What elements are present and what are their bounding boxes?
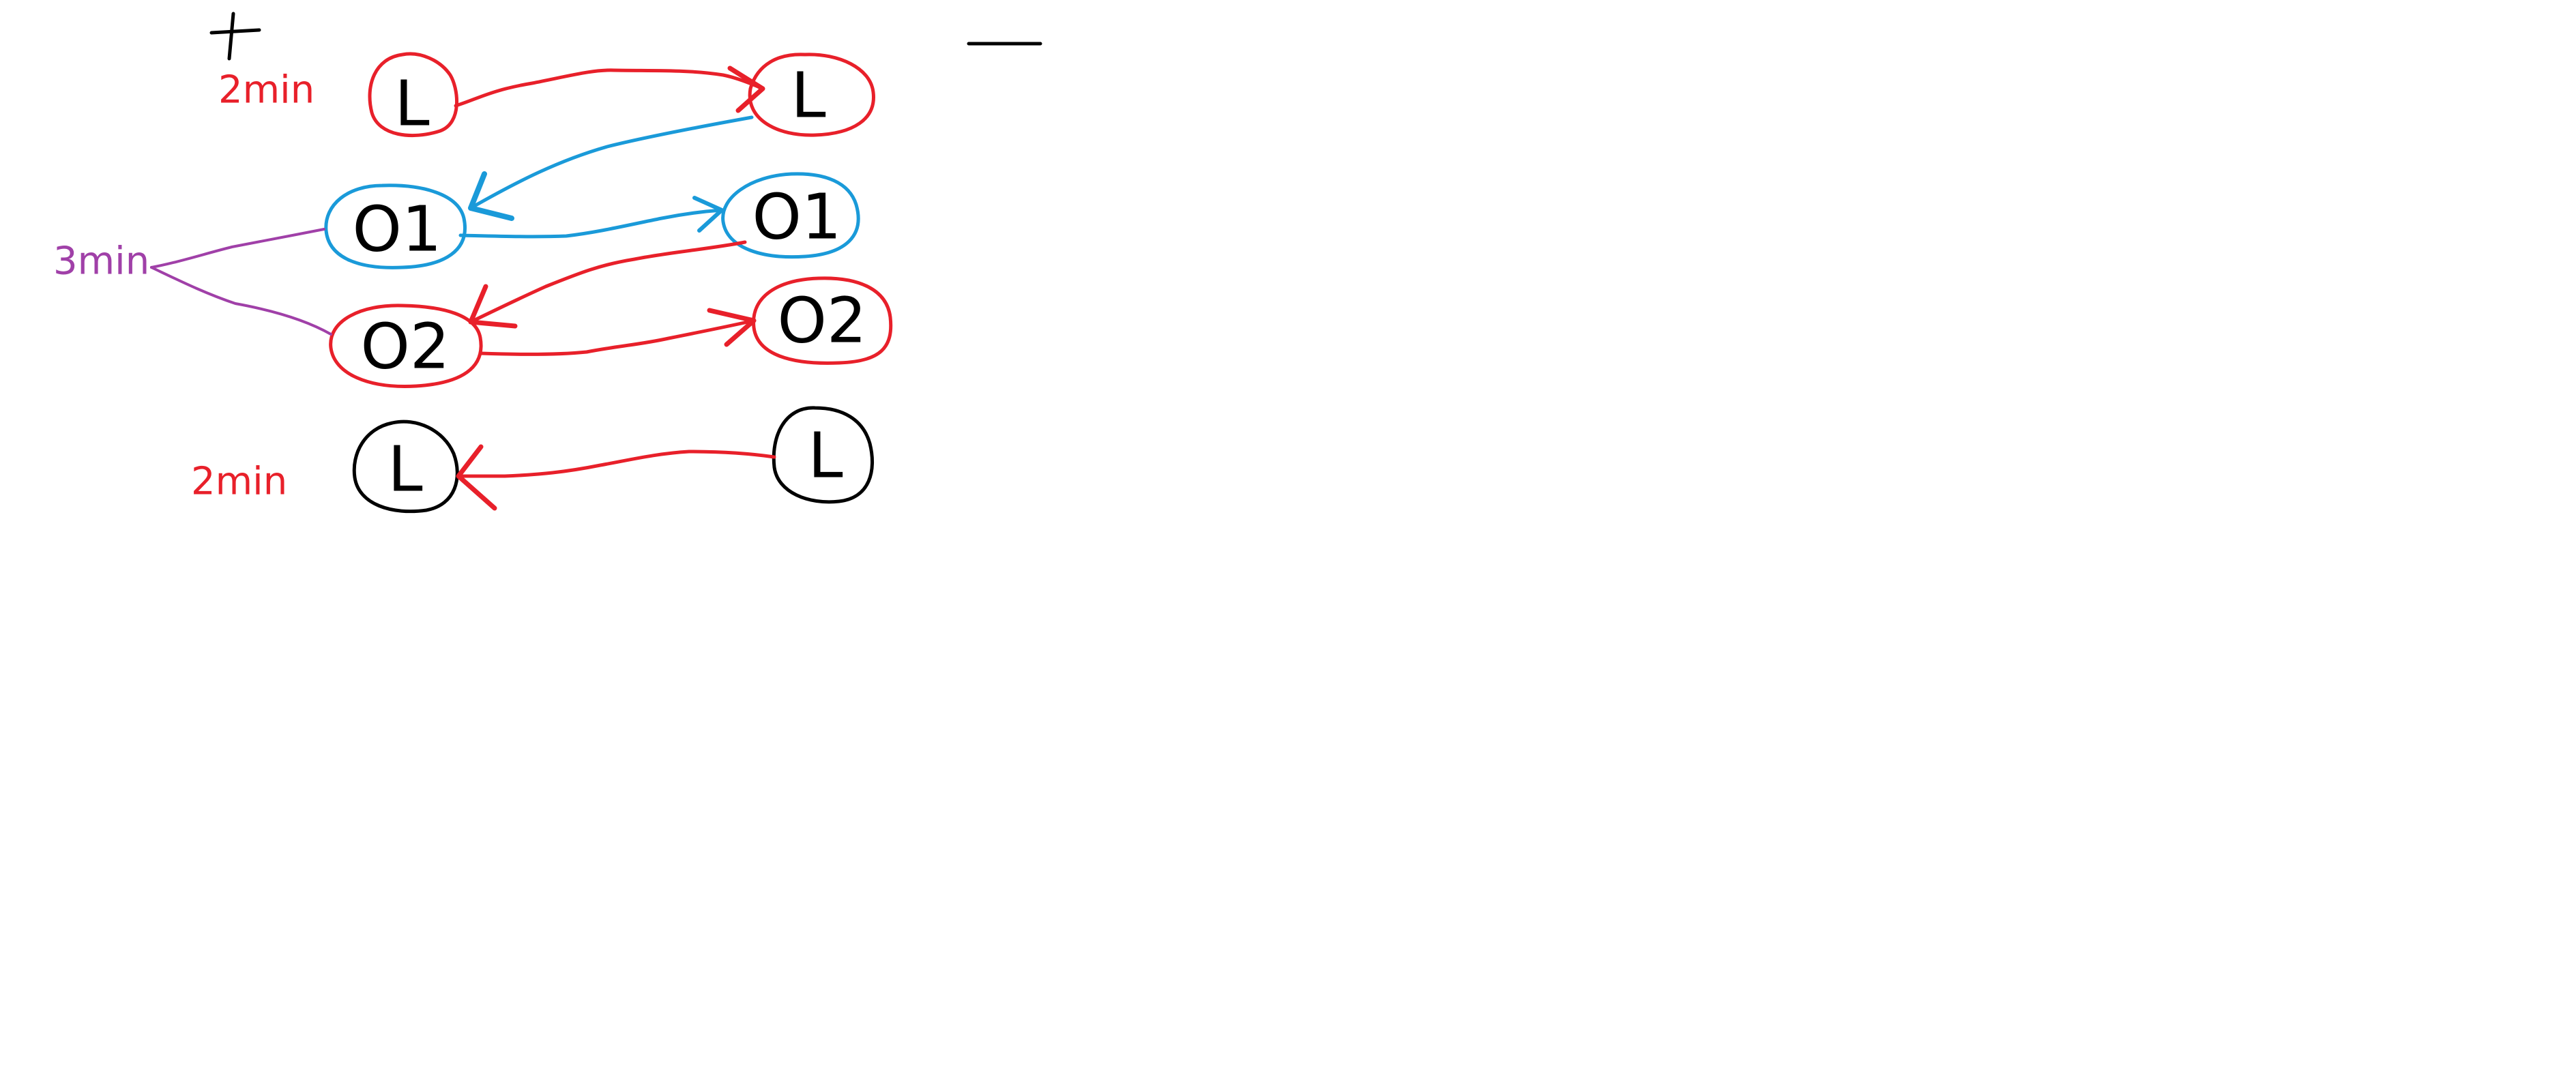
node-left-o2: O2 [329,304,483,388]
node-label: O2 [778,284,867,357]
node-right-l-top: L [748,53,875,137]
time-label-top: 2min [218,68,314,113]
node-label: L [394,68,429,141]
node-right-o2: O2 [752,276,893,365]
node-label: L [387,433,422,506]
node-label: O2 [361,310,450,383]
node-left-l-top: L [368,52,459,141]
arrow-l-back [456,444,776,511]
node-label: O1 [353,193,442,266]
arrow-o2-back-from-o1 [468,240,747,329]
plus-sign-mark [209,12,261,61]
bracket-3min [150,228,332,336]
time-label-middle: 3min [53,239,149,284]
node-label: O1 [752,181,842,254]
time-label-bottom: 2min [191,460,287,504]
arrow-l-forward [454,65,765,113]
node-label: L [791,59,825,132]
node-right-l-bottom: L [772,406,875,504]
node-label: L [808,419,843,492]
node-left-o1: O1 [324,183,467,269]
node-left-l-bottom: L [352,419,459,514]
arrow-o2-forward [479,308,757,356]
node-right-o1: O1 [721,172,860,259]
diagram-canvas: L L O1 O1 O2 O2 L L 2min 3min 2min [53,12,1042,514]
